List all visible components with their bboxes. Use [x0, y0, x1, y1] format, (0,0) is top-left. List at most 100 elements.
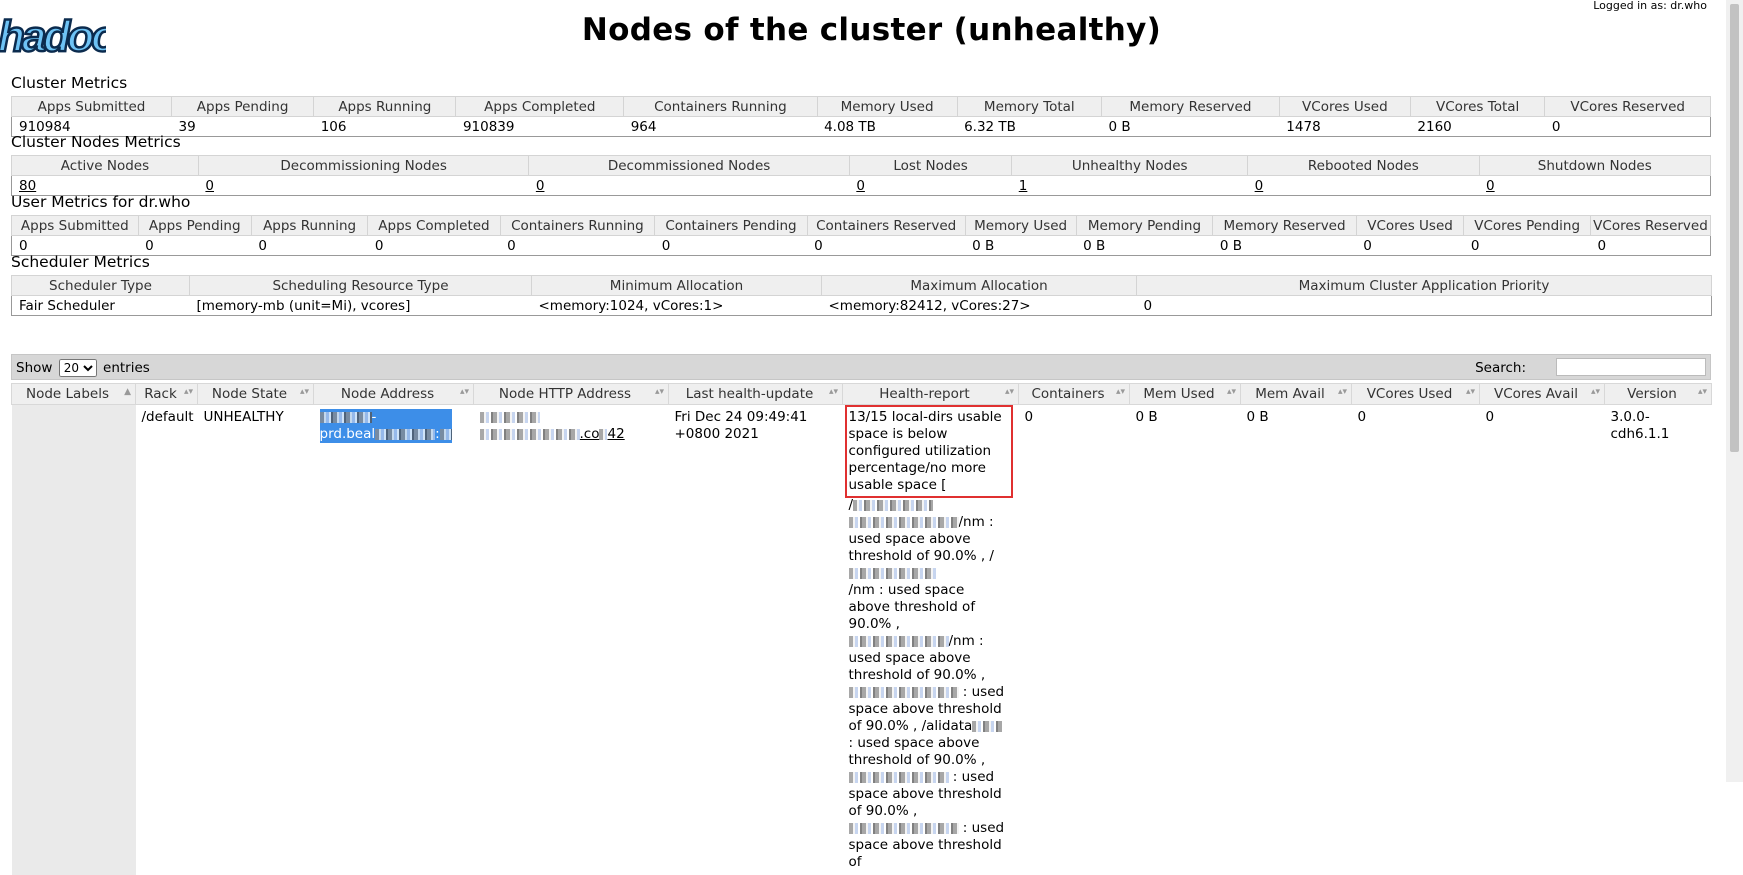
node-http-address-link[interactable]: .co42	[580, 426, 625, 442]
cm-header-memory-total: Memory Total	[957, 97, 1101, 117]
um-header-apps-completed: Apps Completed	[368, 216, 500, 236]
sm-header-maximum-allocation: Maximum Allocation	[822, 276, 1137, 296]
um-value-apps-completed: 0	[368, 236, 500, 256]
rack-cell: /default	[136, 405, 198, 875]
node-labels-cell	[12, 405, 136, 875]
cm-header-memory-used: Memory Used	[817, 97, 957, 117]
entries-select[interactable]: 20	[59, 359, 97, 377]
cm-header-vcores-total: VCores Total	[1410, 97, 1544, 117]
cn-header-lost-nodes: Lost Nodes	[849, 156, 1011, 176]
column-header-version[interactable]: Version▴▾	[1605, 384, 1712, 405]
um-header-vcores-reserved: VCores Reserved	[1590, 216, 1710, 236]
cm-value-containers-running: 964	[624, 117, 817, 137]
redacted-text	[849, 823, 959, 834]
rebooted-nodes-link[interactable]: 0	[1255, 178, 1264, 194]
cn-value-lost-nodes: 0	[849, 176, 1011, 196]
containers-cell: 0	[1019, 405, 1130, 875]
redacted-text	[849, 687, 959, 698]
column-header-mem-used[interactable]: Mem Used▴▾	[1130, 384, 1241, 405]
sort-both-icon: ▴▾	[184, 387, 193, 397]
column-header-node-labels[interactable]: Node Labels▲	[12, 384, 136, 405]
um-value-memory-pending: 0 B	[1076, 236, 1213, 256]
shutdown-nodes-link[interactable]: 0	[1486, 178, 1495, 194]
lost-nodes-link[interactable]: 0	[856, 178, 865, 194]
cluster-nodes-metrics-title: Cluster Nodes Metrics	[11, 133, 181, 151]
sm-value-scheduler-type: Fair Scheduler	[12, 296, 190, 316]
um-value-vcores-pending: 0	[1464, 236, 1591, 256]
last-health-update-cell: Fri Dec 24 09:49:41 +0800 2021	[669, 405, 843, 875]
cn-value-rebooted-nodes: 0	[1248, 176, 1479, 196]
sm-value-scheduling-resource-type: [memory-mb (unit=Mi), vcores]	[190, 296, 532, 316]
cn-value-shutdown-nodes: 0	[1479, 176, 1710, 196]
column-header-last-health-update[interactable]: Last health-update▴▾	[669, 384, 843, 405]
um-header-vcores-pending: VCores Pending	[1464, 216, 1591, 236]
node-address-cell[interactable]: -prd.beal:	[314, 405, 474, 875]
sort-both-icon: ▴▾	[1005, 387, 1014, 397]
cm-header-memory-reserved: Memory Reserved	[1102, 97, 1280, 117]
search-label: Search:	[1475, 360, 1526, 376]
mem-avail-cell: 0 B	[1241, 405, 1352, 875]
cm-header-apps-submitted: Apps Submitted	[12, 97, 172, 117]
page-title: Nodes of the cluster (unhealthy)	[0, 12, 1743, 48]
cn-header-rebooted-nodes: Rebooted Nodes	[1248, 156, 1479, 176]
cn-header-active-nodes: Active Nodes	[12, 156, 199, 176]
column-header-vcores-used[interactable]: VCores Used▴▾	[1352, 384, 1480, 405]
sort-both-icon: ▴▾	[1116, 387, 1125, 397]
um-header-apps-submitted: Apps Submitted	[12, 216, 139, 236]
vertical-scrollbar[interactable]	[1726, 0, 1743, 782]
column-header-node-address[interactable]: Node Address▴▾	[314, 384, 474, 405]
um-value-memory-used: 0 B	[965, 236, 1076, 256]
decommissioning-nodes-link[interactable]: 0	[205, 178, 214, 194]
vcores-avail-cell: 0	[1480, 405, 1605, 875]
um-header-containers-running: Containers Running	[500, 216, 655, 236]
cn-header-decommissioned-nodes: Decommissioned Nodes	[529, 156, 849, 176]
sort-both-icon: ▴▾	[1227, 387, 1236, 397]
redacted-text	[320, 412, 372, 423]
um-header-memory-pending: Memory Pending	[1076, 216, 1213, 236]
column-header-containers[interactable]: Containers▴▾	[1019, 384, 1130, 405]
cm-header-vcores-reserved: VCores Reserved	[1545, 97, 1711, 117]
active-nodes-link[interactable]: 80	[19, 178, 36, 194]
um-header-memory-used: Memory Used	[965, 216, 1076, 236]
unhealthy-nodes-link[interactable]: 1	[1019, 178, 1028, 194]
um-value-containers-reserved: 0	[807, 236, 965, 256]
cm-value-memory-total: 6.32 TB	[957, 117, 1101, 137]
version-cell: 3.0.0-cdh6.1.1	[1605, 405, 1712, 875]
node-address-selected: -prd.beal:	[320, 409, 452, 443]
column-header-vcores-avail[interactable]: VCores Avail▴▾	[1480, 384, 1605, 405]
cm-value-apps-completed: 910839	[456, 117, 624, 137]
cm-header-apps-running: Apps Running	[314, 97, 456, 117]
sm-value-maximum-allocation: <memory:82412, vCores:27>	[822, 296, 1137, 316]
um-header-vcores-used: VCores Used	[1356, 216, 1464, 236]
um-value-containers-running: 0	[500, 236, 655, 256]
sm-value-minimum-allocation: <memory:1024, vCores:1>	[532, 296, 822, 316]
column-header-node-http-address[interactable]: Node HTTP Address▴▾	[474, 384, 669, 405]
sort-asc-icon: ▲	[124, 387, 131, 397]
decommissioned-nodes-link[interactable]: 0	[536, 178, 545, 194]
um-header-containers-reserved: Containers Reserved	[807, 216, 965, 236]
column-header-node-state[interactable]: Node State▴▾	[198, 384, 314, 405]
mem-used-cell: 0 B	[1130, 405, 1241, 875]
cm-header-apps-completed: Apps Completed	[456, 97, 624, 117]
scheduler-metrics-title: Scheduler Metrics	[11, 253, 150, 271]
sort-both-icon: ▴▾	[1338, 387, 1347, 397]
search-input[interactable]	[1556, 358, 1706, 376]
sm-header-scheduler-type: Scheduler Type	[12, 276, 190, 296]
sm-header-scheduling-resource-type: Scheduling Resource Type	[190, 276, 532, 296]
column-header-health-report[interactable]: Health-report▴▾	[843, 384, 1019, 405]
column-header-rack[interactable]: Rack▴▾	[136, 384, 198, 405]
logged-in-user: Logged in as: dr.who	[1593, 0, 1707, 12]
sort-both-icon: ▴▾	[460, 387, 469, 397]
sort-both-icon: ▴▾	[1466, 387, 1475, 397]
sort-both-icon: ▴▾	[1698, 387, 1707, 397]
column-header-mem-avail[interactable]: Mem Avail▴▾	[1241, 384, 1352, 405]
sort-both-icon: ▴▾	[655, 387, 664, 397]
redacted-text	[853, 500, 933, 511]
cluster-metrics-title: Cluster Metrics	[11, 74, 127, 92]
redacted-text	[375, 429, 435, 440]
length-control: Show 20 entries	[16, 359, 150, 377]
um-value-vcores-used: 0	[1356, 236, 1464, 256]
um-header-memory-reserved: Memory Reserved	[1213, 216, 1356, 236]
scrollbar-thumb[interactable]	[1730, 4, 1739, 452]
node-http-address-cell[interactable]: .co42	[474, 405, 669, 875]
